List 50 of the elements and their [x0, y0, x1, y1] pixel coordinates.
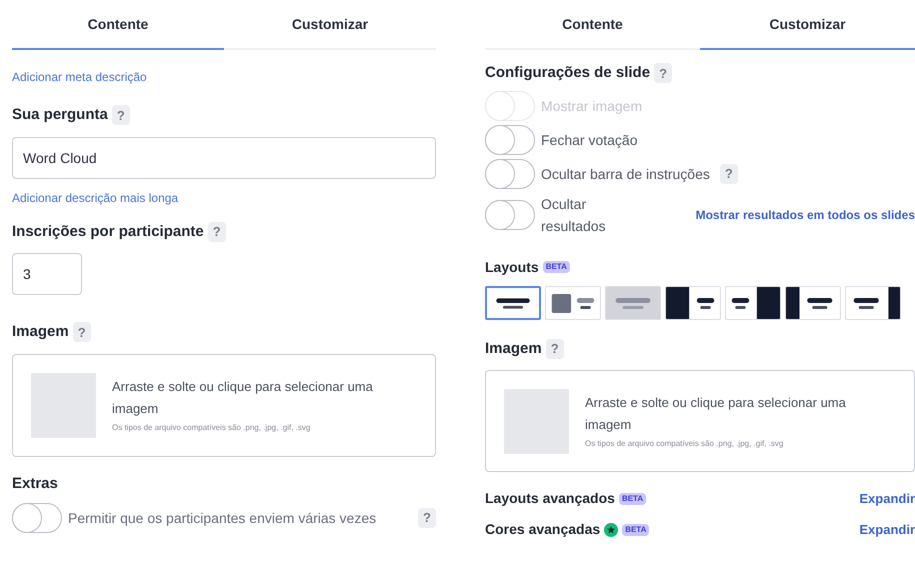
- section-label: Imagem: [12, 322, 69, 342]
- section-label: Extras: [12, 474, 59, 494]
- help-button[interactable]: ?: [418, 508, 436, 528]
- entries-field[interactable]: 3: [12, 253, 82, 295]
- image-dropzone[interactable]: Arraste e solte ou clique para selecionar uma imagem Os tipos de arquivo compatíveis são .png, .jpg, .gif, .svg: [12, 354, 436, 456]
- image-placeholder: [31, 372, 96, 438]
- help-button[interactable]: ?: [654, 63, 672, 84]
- star-badge-icon: [604, 522, 618, 536]
- layout-preview-icon: [606, 286, 660, 318]
- image-placeholder: [504, 388, 569, 454]
- beta-badge: BETA: [622, 524, 650, 536]
- section-label: Sua pergunta: [12, 105, 108, 125]
- tab[interactable]: Customizar: [700, 0, 915, 50]
- show-results-link[interactable]: Mostrar resultados em todos os slides: [696, 206, 915, 224]
- expand-link[interactable]: Expandir: [859, 520, 915, 540]
- toggle-label: Ocultar barra de instruções: [541, 164, 710, 184]
- toggle-switch[interactable]: [485, 200, 535, 230]
- tab[interactable]: Customizar: [224, 0, 436, 50]
- beta-badge: BETA: [618, 492, 646, 504]
- beta-badge: BETA: [542, 261, 570, 273]
- help-button[interactable]: ?: [208, 222, 226, 242]
- toggle-label: Permitir que os participantes enviem várias vezes: [68, 509, 378, 528]
- add-description-link[interactable]: Adicionar descrição mais longa: [12, 188, 178, 206]
- tab[interactable]: Contente: [485, 0, 700, 50]
- layout-option[interactable]: [485, 286, 541, 320]
- toggle-switch[interactable]: [12, 503, 62, 533]
- section-label: Inscrições por participante: [12, 222, 204, 242]
- image-dropzone[interactable]: Arraste e solte ou clique para selecionar uma imagem Os tipos de arquivo compatíveis são .png, .jpg, .gif, .svg: [485, 370, 915, 472]
- question-field[interactable]: Word Cloud: [12, 136, 436, 178]
- section-label: Layouts: [485, 258, 539, 277]
- toggle-label: Fechar votação: [541, 130, 638, 150]
- toggle-switch[interactable]: [485, 124, 535, 154]
- expand-link[interactable]: Expandir: [859, 488, 915, 508]
- help-button[interactable]: ?: [546, 338, 564, 359]
- tab[interactable]: Contente: [12, 0, 224, 50]
- section-label: Cores avançadas: [485, 520, 600, 539]
- section-label: Configurações de slide: [485, 63, 650, 83]
- help-button[interactable]: ?: [720, 164, 738, 184]
- help-button[interactable]: ?: [112, 105, 130, 126]
- toggle-label: Ocultar resultados: [541, 194, 607, 236]
- file-types-note: Os tipos de arquivo compatíveis são .png, .jpg, .gif, .svg: [585, 438, 784, 450]
- upload-prompt: Arraste e solte ou clique para selecionar uma imagem: [585, 394, 847, 434]
- toggle-label: Mostrar imagem: [541, 96, 642, 116]
- section-label: Layouts avançados: [485, 489, 615, 508]
- upload-prompt: Arraste e solte ou clique para selecionar uma imagem: [112, 378, 374, 418]
- section-label: Imagem: [485, 338, 542, 358]
- add-meta-link[interactable]: Adicionar meta descrição: [12, 68, 147, 86]
- toggle-switch[interactable]: [485, 158, 535, 188]
- file-types-note: Os tipos de arquivo compatíveis são .png, .jpg, .gif, .svg: [112, 422, 312, 434]
- help-button[interactable]: ?: [72, 322, 91, 342]
